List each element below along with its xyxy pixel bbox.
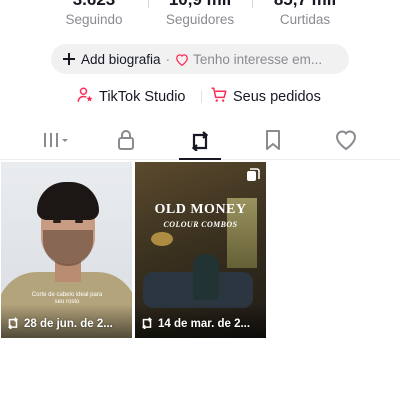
tab-private[interactable] [104, 124, 148, 160]
followers-count: 10,9 mil [145, 0, 255, 10]
repost-date-label: 14 de mar. de 2... [158, 318, 251, 330]
bookmark-icon [264, 129, 282, 156]
repost-date-label: 28 de jun. de 2... [24, 318, 113, 330]
following-label: Seguindo [65, 12, 123, 27]
likes-count: 85,7 mil [250, 0, 360, 10]
following-count: 3.623 [39, 0, 149, 10]
plus-icon [63, 53, 75, 65]
tiktok-studio-label: TikTok Studio [99, 89, 186, 105]
tab-liked[interactable] [324, 124, 368, 160]
cart-icon [210, 86, 233, 108]
heart-outline-icon [175, 53, 189, 66]
tab-videos[interactable] [34, 124, 78, 160]
likes-stat[interactable]: 85,7 mil Curtidas [250, 0, 360, 28]
lock-icon [116, 129, 136, 156]
likes-label: Curtidas [279, 12, 331, 27]
bio-pill[interactable]: Add biografia · Tenho interesse em... [51, 44, 349, 74]
carousel-icon [246, 168, 260, 187]
repost-small-icon [140, 316, 158, 332]
orders-label: Seus pedidos [233, 89, 321, 105]
followers-label: Seguidores [165, 12, 235, 27]
studio-person-icon [76, 86, 99, 108]
profile-stats: 3.623 Seguindo 10,9 mil Seguidores 85,7 … [0, 0, 400, 30]
orders-button[interactable]: Seus pedidos [210, 86, 321, 108]
bio-separator: · [165, 51, 171, 67]
interests-label[interactable]: Tenho interesse em... [193, 52, 322, 67]
repost-icon [188, 129, 212, 156]
thumbnail-eye [75, 220, 83, 223]
video-thumbnail[interactable]: OLD MONEY COLOUR COMBOS 14 de mar. de 2.… [135, 162, 266, 338]
add-bio-label[interactable]: Add biografia [81, 52, 161, 67]
active-tab-indicator [179, 158, 221, 160]
tab-reposts[interactable] [178, 124, 222, 160]
thumbnail-title: OLD MONEY [154, 202, 247, 217]
thumbnail-person [193, 254, 219, 300]
repost-date: 14 de mar. de 2... [140, 316, 250, 332]
actions-divider [201, 90, 202, 103]
repost-date: 28 de jun. de 2... [6, 316, 113, 332]
thumbnail-subtitle: COLOUR COMBOS [163, 220, 238, 229]
tab-saved[interactable] [251, 124, 295, 160]
heart-icon [334, 129, 358, 156]
video-thumbnail[interactable]: Corte de cabelo ideal para seu rosto 28 … [1, 162, 132, 338]
followers-stat[interactable]: 10,9 mil Seguidores [145, 0, 255, 28]
following-stat[interactable]: 3.623 Seguindo [39, 0, 149, 28]
repost-small-icon [6, 316, 24, 332]
thumbnail-lamp [151, 232, 173, 246]
creator-actions: TikTok Studio Seus pedidos [0, 86, 400, 108]
thumbnail-eye [53, 220, 61, 223]
grid-icon [41, 130, 71, 155]
profile-tabs [0, 124, 400, 160]
tiktok-studio-button[interactable]: TikTok Studio [76, 86, 186, 108]
